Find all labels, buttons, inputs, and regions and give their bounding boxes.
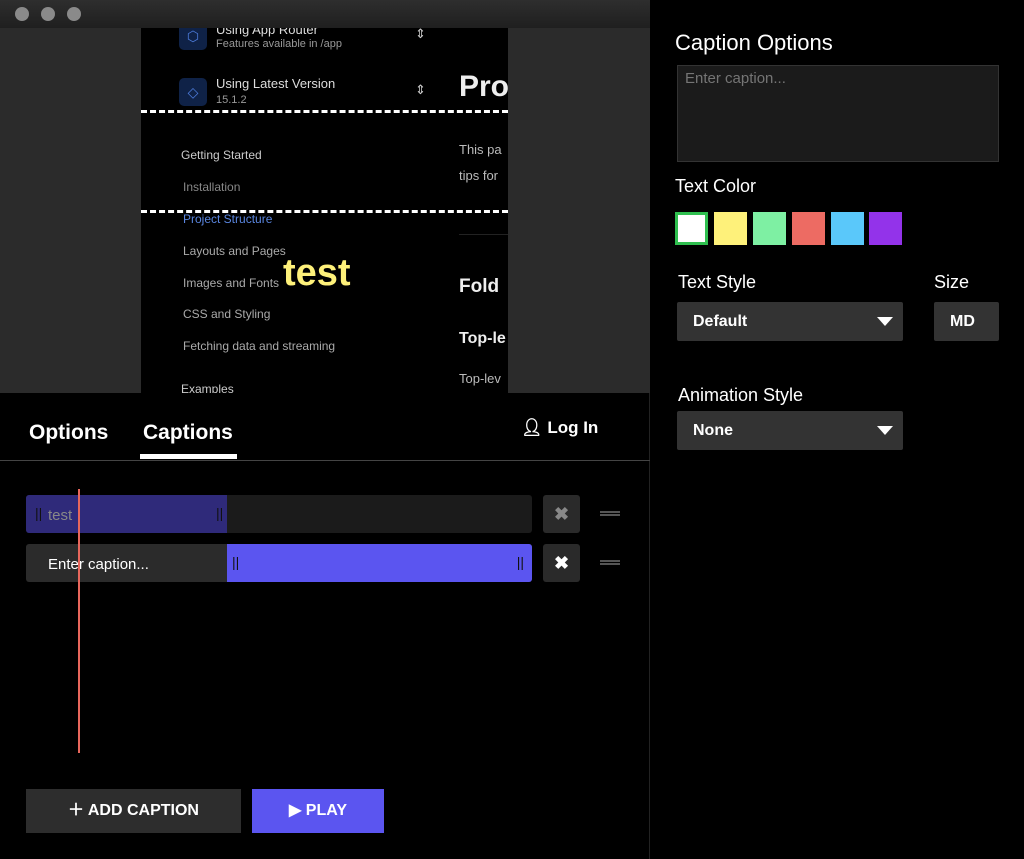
color-swatch-blue[interactable] <box>831 212 864 245</box>
caption-text[interactable]: test <box>48 507 72 524</box>
plus-icon: ＋ <box>68 802 85 819</box>
size-value: MD <box>950 313 975 330</box>
text-style-label: Text Style <box>678 272 757 292</box>
nav-item-title: Using App Router <box>216 28 318 37</box>
login-button[interactable]: 👤︎ Log In <box>521 418 598 438</box>
doc-link: Installation <box>183 180 241 194</box>
minimize-window-button[interactable] <box>41 7 55 21</box>
caption-track-row[interactable]: || test || <box>26 495 532 533</box>
add-caption-label: ADD CAPTION <box>87 802 199 819</box>
tabs-divider <box>0 460 650 461</box>
doc-link: Layouts and Pages <box>183 244 286 258</box>
color-swatch-red[interactable] <box>792 212 825 245</box>
play-icon: ▶ <box>289 802 302 819</box>
content-title: Pro <box>459 70 508 103</box>
divider <box>459 234 508 235</box>
size-label: Size <box>934 272 970 292</box>
letterbox-left <box>0 28 141 393</box>
size-select[interactable]: MD <box>934 302 999 341</box>
close-window-button[interactable] <box>15 7 29 21</box>
color-swatch-green[interactable] <box>753 212 786 245</box>
login-label: Log In <box>547 418 599 437</box>
reorder-handle-icon[interactable] <box>600 560 620 565</box>
content-text: tips for <box>459 168 499 183</box>
content-text: Top-lev <box>459 371 501 386</box>
text-style-value: Default <box>693 313 748 330</box>
nav-item-subtitle: Features available in /app <box>216 38 342 50</box>
nav-item-title: Using Latest Version <box>216 76 336 91</box>
caption-options-panel: Caption Options Text Color Text Style De… <box>651 0 1024 859</box>
nav-item-subtitle: 15.1.2 <box>216 94 247 106</box>
doc-link-active: Project Structure <box>183 212 273 226</box>
animation-style-value: None <box>693 422 733 439</box>
caption-track-row[interactable]: Enter caption... || || <box>26 544 532 582</box>
chevron-updown-icon: ⇕ <box>415 82 426 97</box>
chevron-updown-icon: ⇕ <box>415 28 426 41</box>
caption-textarea[interactable] <box>677 65 999 162</box>
content-text: This pa <box>459 142 502 157</box>
text-color-label: Text Color <box>675 176 757 196</box>
safe-area-guide-top <box>141 110 508 113</box>
reorder-handle-icon[interactable] <box>600 511 620 516</box>
animation-style-label: Animation Style <box>678 385 804 405</box>
playhead[interactable] <box>78 489 80 753</box>
tab-options[interactable]: Options <box>29 421 108 445</box>
doc-link: Images and Fonts <box>183 276 280 290</box>
tag-icon: ◇ <box>179 78 207 106</box>
caption-overlay[interactable]: test <box>283 252 351 295</box>
caption-segment[interactable]: || test || <box>26 495 227 533</box>
section-heading: Getting Started <box>181 148 262 162</box>
drag-handle-left[interactable]: || <box>35 505 42 521</box>
drag-handle-left[interactable]: || <box>232 554 239 570</box>
delete-caption-button[interactable]: ✖ <box>543 495 580 533</box>
safe-area-guide-bottom <box>141 210 508 213</box>
caption-input[interactable]: Enter caption... <box>48 556 149 573</box>
caret-down-icon <box>877 426 893 435</box>
doc-link: Fetching data and streaming <box>183 339 336 353</box>
editor-panel: ⬡ Using App Router Features available in… <box>0 0 650 859</box>
maximize-window-button[interactable] <box>67 7 81 21</box>
panel-title: Caption Options <box>675 30 833 55</box>
cube-icon: ⬡ <box>179 28 207 50</box>
section-heading: Examples <box>181 382 234 393</box>
tab-captions[interactable]: Captions <box>143 421 233 445</box>
color-swatch-yellow[interactable] <box>714 212 747 245</box>
color-swatch-purple[interactable] <box>869 212 902 245</box>
doc-link: CSS and Styling <box>183 307 271 321</box>
drag-handle-right[interactable]: || <box>216 505 223 521</box>
color-swatch-white[interactable] <box>675 212 708 245</box>
window-titlebar <box>0 0 650 28</box>
letterbox-right <box>508 28 650 393</box>
add-caption-button[interactable]: ＋ ADD CAPTION <box>26 789 241 833</box>
play-label: PLAY <box>305 802 347 819</box>
user-icon: 👤︎ <box>521 418 543 437</box>
animation-style-select[interactable]: None <box>677 411 903 450</box>
caret-down-icon <box>877 317 893 326</box>
caption-segment[interactable]: || || <box>227 544 532 582</box>
content-heading: Fold <box>459 276 500 297</box>
delete-caption-button[interactable]: ✖ <box>543 544 580 582</box>
active-tab-indicator <box>140 454 237 459</box>
content-subheading: Top-le <box>459 330 506 347</box>
text-style-select[interactable]: Default <box>677 302 903 341</box>
play-button[interactable]: ▶ PLAY <box>252 789 384 833</box>
drag-handle-right[interactable]: || <box>517 554 524 570</box>
